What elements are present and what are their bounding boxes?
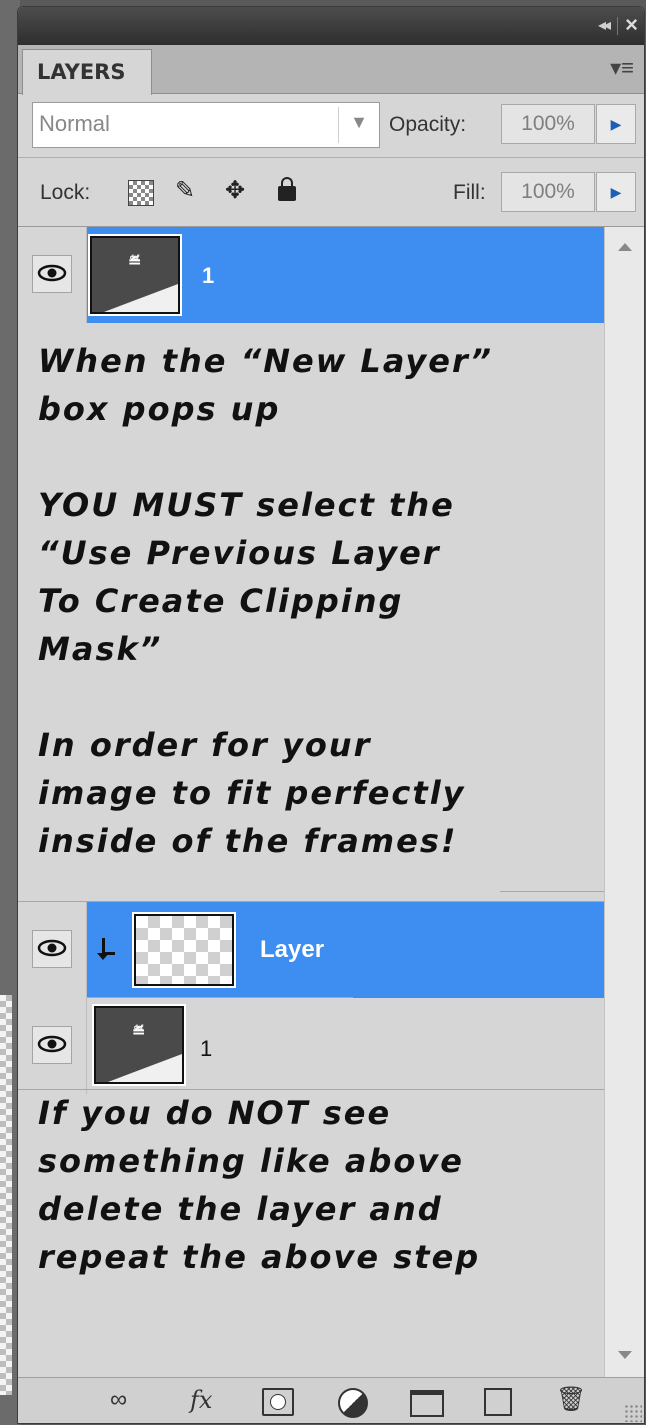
blend-mode-value: Normal bbox=[39, 111, 110, 136]
layers-list: ≝ 1 When the “New Layer” box pops up YOU… bbox=[18, 227, 604, 1377]
collapse-panel-icon[interactable]: ◂◂ bbox=[598, 15, 611, 35]
lock-transparent-pixels-icon[interactable] bbox=[128, 180, 154, 206]
fill-slider-arrow-icon[interactable]: ▶ bbox=[596, 172, 636, 212]
new-group-folder-icon[interactable] bbox=[410, 1390, 444, 1417]
layers-scrollbar[interactable] bbox=[604, 227, 644, 1377]
eye-icon[interactable] bbox=[32, 1026, 72, 1064]
layer-name: 1 bbox=[202, 263, 215, 288]
blend-mode-select[interactable]: Normal ▼ bbox=[32, 102, 380, 148]
lock-row: Lock: ✎ ✥ Fill: 100% ▶ bbox=[18, 158, 644, 227]
eye-icon[interactable] bbox=[32, 255, 72, 293]
layer-thumbnail bbox=[132, 912, 236, 988]
instruction-text-4: If you do NOT see something like above d… bbox=[38, 1094, 481, 1276]
fill-label: Fill: bbox=[453, 181, 486, 204]
trash-icon[interactable]: 🗑 bbox=[556, 1384, 586, 1416]
layer-row[interactable]: ≝ 1 bbox=[18, 227, 604, 323]
layer-thumbnail: ≝ bbox=[92, 1004, 186, 1086]
lock-label: Lock: bbox=[40, 181, 91, 204]
add-mask-icon[interactable] bbox=[262, 1388, 294, 1416]
new-layer-icon[interactable] bbox=[484, 1388, 512, 1416]
panel-titlebar: ◂◂ × bbox=[18, 7, 644, 45]
link-layers-icon[interactable]: ∞ bbox=[110, 1384, 127, 1416]
blend-select-divider bbox=[338, 107, 339, 143]
opacity-label: Opacity: bbox=[389, 113, 467, 136]
titlebar-separator bbox=[617, 17, 618, 35]
tab-layers[interactable]: LAYERS bbox=[22, 49, 152, 95]
scroll-up-icon[interactable] bbox=[618, 243, 632, 251]
layer-name: Layer bbox=[260, 936, 325, 963]
visibility-cell bbox=[18, 998, 87, 1094]
panel-menu-icon[interactable]: ▾≡ bbox=[610, 55, 634, 81]
opacity-field[interactable]: 100% bbox=[501, 104, 595, 144]
chevron-down-icon: ▼ bbox=[350, 112, 368, 132]
close-panel-icon[interactable]: × bbox=[625, 12, 638, 38]
visibility-cell bbox=[18, 227, 87, 323]
thumbnail-shape bbox=[108, 1054, 182, 1082]
scroll-down-icon[interactable] bbox=[618, 1351, 632, 1359]
panel-tabbar: LAYERS ▾≡ bbox=[18, 45, 644, 95]
layer-thumbnail: ≝ bbox=[88, 234, 182, 316]
opacity-slider-arrow-icon[interactable]: ▶ bbox=[596, 104, 636, 144]
resize-grip-icon[interactable] bbox=[624, 1404, 642, 1422]
canvas-transparency-pattern bbox=[0, 995, 12, 1395]
thumbnail-glyph-icon: ≝ bbox=[132, 1024, 146, 1041]
fill-field[interactable]: 100% bbox=[501, 172, 595, 212]
clipping-mask-arrow-icon bbox=[97, 938, 115, 960]
layer-name: 1 bbox=[200, 1036, 213, 1061]
layers-bottom-toolbar: ∞ fx 🗑 bbox=[18, 1377, 644, 1423]
mask-circle bbox=[270, 1394, 286, 1410]
eye-icon[interactable] bbox=[32, 930, 72, 968]
instruction-text-2: YOU MUST select the “Use Previous Layer … bbox=[38, 486, 455, 668]
visibility-cell bbox=[18, 902, 87, 998]
instruction-text-3: In order for your image to fit perfectly… bbox=[38, 726, 466, 860]
layers-panel: ◂◂ × LAYERS ▾≡ Normal ▼ Opacity: 100% ▶ … bbox=[17, 6, 645, 1424]
layer-row[interactable]: Layer bbox=[18, 902, 604, 998]
lock-position-move-icon[interactable]: ✥ bbox=[220, 176, 250, 206]
lock-all-padlock-icon[interactable] bbox=[278, 177, 296, 201]
lock-image-pixels-brush-icon[interactable]: ✎ bbox=[170, 176, 200, 206]
instruction-text-1: When the “New Layer” box pops up bbox=[38, 342, 493, 428]
adjustment-layer-icon[interactable] bbox=[338, 1388, 368, 1418]
layer-row[interactable]: ≝ 1 bbox=[18, 998, 604, 1094]
fx-icon[interactable]: fx bbox=[190, 1384, 212, 1416]
thumbnail-shape bbox=[104, 284, 178, 312]
thumbnail-glyph-icon: ≝ bbox=[128, 254, 142, 271]
row-divider bbox=[500, 891, 604, 892]
blend-row: Normal ▼ Opacity: 100% ▶ bbox=[18, 95, 644, 158]
